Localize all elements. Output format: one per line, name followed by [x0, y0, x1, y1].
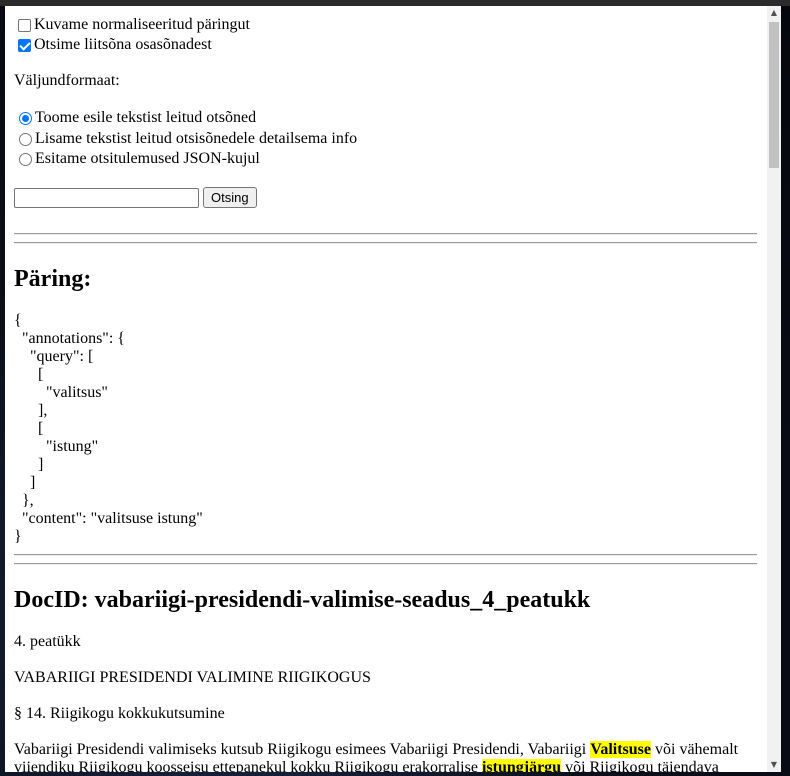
vertical-scrollbar[interactable]: ▲ ▼ — [767, 6, 781, 772]
format-json-label: Esitame otsitulemused JSON-kujul — [35, 150, 260, 167]
result-section: § 14. Riigikogu kokkukutsumine — [14, 705, 225, 722]
json-line: "query": [ — [14, 348, 94, 365]
json-line: }, — [14, 492, 34, 509]
json-line: ] — [14, 456, 44, 473]
body-text: viiendiku Riigikogu koosseisu ettepaneku… — [14, 759, 482, 772]
output-format-label: Väljundformaat: — [14, 72, 120, 89]
browser-viewport: Kuvame normaliseeritud päringut Otsime l… — [5, 6, 781, 772]
divider — [14, 563, 757, 565]
scrollbar-thumb[interactable] — [769, 22, 779, 168]
json-line: ] — [14, 474, 36, 491]
body-text: Vabariigi Presidendi valimiseks kutsub R… — [14, 741, 591, 758]
result-chapter: 4. peatükk — [14, 633, 81, 650]
scroll-down-arrow-icon[interactable]: ▼ — [767, 758, 781, 772]
json-line: "content": "valitsuse istung" — [14, 510, 203, 527]
search-compounds-label: Otsime liitsõna osasõnadest — [34, 36, 212, 53]
json-line: "istung" — [14, 438, 99, 455]
show-normalized-option[interactable]: Kuvame normaliseeritud päringut — [14, 15, 250, 35]
format-json-radio[interactable] — [19, 152, 32, 166]
json-line: } — [14, 528, 22, 545]
format-option-json[interactable]: Esitame otsitulemused JSON-kujul — [14, 149, 260, 169]
result-heading: DocID: vabariigi-presidendi-valimise-sea… — [14, 587, 591, 613]
json-line: ], — [14, 402, 48, 419]
search-input[interactable] — [14, 188, 199, 208]
divider — [14, 554, 757, 556]
result-body: Vabariigi Presidendi valimiseks kutsub R… — [14, 741, 754, 772]
format-highlight-label: Toome esile tekstist leitud otsõned — [35, 109, 257, 126]
body-text: või vähemalt — [651, 741, 739, 758]
hit-highlight: istungjärgu — [481, 759, 562, 772]
search-compounds-option[interactable]: Otsime liitsõna osasõnadest — [14, 35, 212, 55]
format-details-radio[interactable] — [19, 132, 32, 146]
json-line: "valitsus" — [14, 384, 108, 401]
body-text: või Riigikogu täiendava — [561, 759, 719, 772]
show-normalized-label: Kuvame normaliseeritud päringut — [34, 16, 250, 33]
scroll-up-arrow-icon[interactable]: ▲ — [767, 6, 781, 20]
format-details-label: Lisame tekstist leitud otsisõnedele deta… — [35, 130, 358, 147]
json-line: [ — [14, 420, 44, 437]
format-option-details[interactable]: Lisame tekstist leitud otsisõnedele deta… — [14, 129, 357, 149]
hit-highlight: Valitsuse — [590, 741, 651, 758]
query-heading: Päring: — [14, 266, 92, 292]
divider — [14, 233, 757, 235]
format-highlight-radio[interactable] — [19, 111, 32, 125]
format-option-highlight[interactable]: Toome esile tekstist leitud otsõned — [14, 108, 256, 128]
json-line: "annotations": { — [14, 330, 125, 347]
json-line: [ — [14, 366, 44, 383]
divider — [14, 242, 757, 244]
result-chapter-title: VABARIIGI PRESIDENDI VALIMINE RIIGIKOGUS — [14, 669, 371, 686]
search-button[interactable]: Otsing — [203, 187, 257, 208]
show-normalized-checkbox[interactable] — [18, 18, 31, 32]
search-compounds-checkbox[interactable] — [18, 38, 31, 52]
json-line: { — [14, 312, 22, 329]
